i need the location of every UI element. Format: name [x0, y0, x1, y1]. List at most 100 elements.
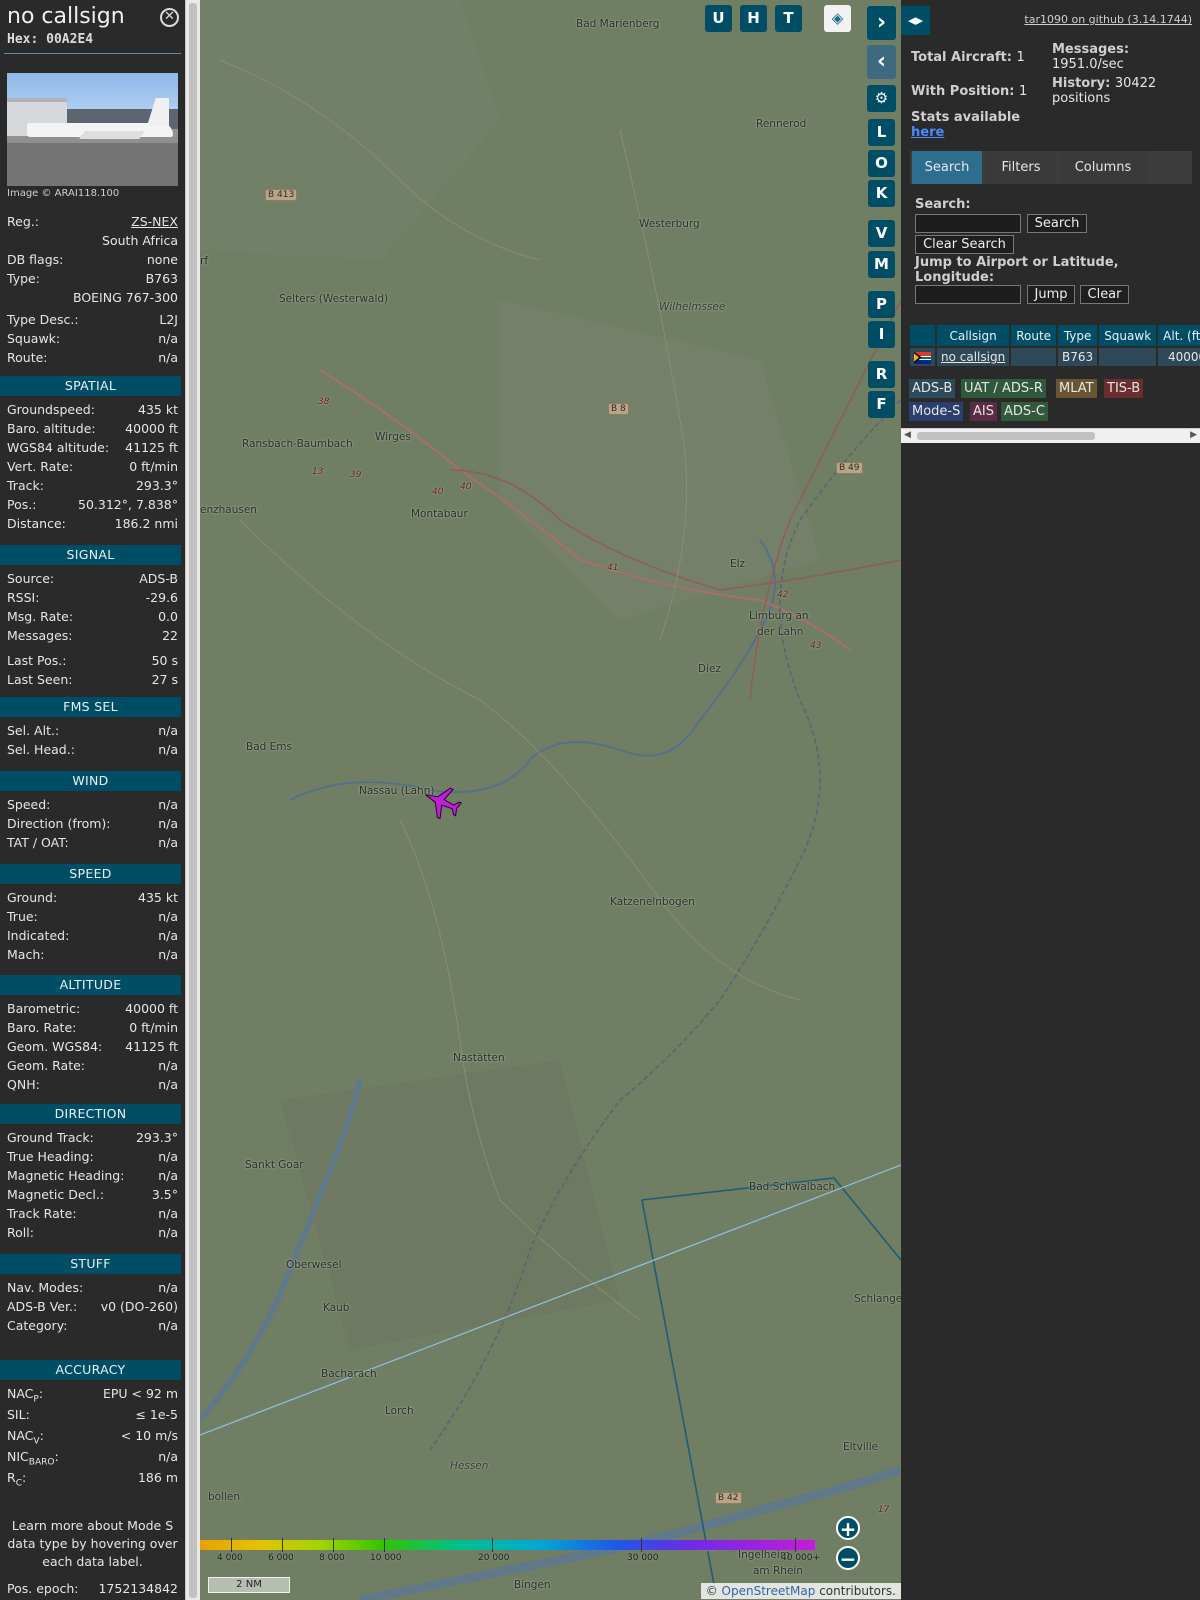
- table-header-row: Callsign Route Type Squawk Alt. (ft) S: [910, 325, 1200, 346]
- table-horizontal-scrollbar[interactable]: ◀ ▶: [901, 428, 1200, 443]
- scroll-left-icon[interactable]: ◀: [904, 430, 911, 440]
- row-nav-modes: Nav. Modes: n/a: [7, 1280, 178, 1298]
- table-header-altitude[interactable]: Alt. (ft): [1158, 325, 1200, 346]
- aircraft-photo[interactable]: [7, 73, 178, 186]
- row-ground-label: Ground:: [7, 890, 58, 905]
- row-db-flags-value: none: [146, 252, 178, 267]
- map-button-f[interactable]: F: [868, 391, 895, 418]
- source-filter-uat-ads-r[interactable]: UAT / ADS-R: [961, 379, 1046, 398]
- jump-input[interactable]: [915, 285, 1021, 304]
- row-indicated-value: n/a: [158, 928, 178, 943]
- version-link[interactable]: tar1090 on github (3.14.1744): [1024, 13, 1192, 26]
- clear-jump-button[interactable]: Clear: [1080, 285, 1129, 304]
- source-filter-ads-b[interactable]: ADS-B: [909, 379, 956, 398]
- row-barometric-label: Barometric:: [7, 1001, 81, 1016]
- layers-icon[interactable]: ◈: [824, 5, 851, 32]
- map-button-h[interactable]: H: [740, 5, 767, 32]
- row-last-pos: Last Pos.: 50 s: [7, 653, 178, 671]
- table-header-flag[interactable]: [910, 325, 935, 346]
- row-pos-value: 50.312°, 7.838°: [78, 497, 178, 512]
- table-header-route[interactable]: Route: [1011, 325, 1057, 346]
- settings-gear-icon[interactable]: ⚙: [867, 85, 896, 112]
- row-speed: Speed: n/a: [7, 797, 178, 815]
- sidebar-toggle-button[interactable]: ◂▸: [901, 6, 930, 35]
- clear-search-button[interactable]: Clear Search: [915, 235, 1014, 254]
- row-direction-from-value: n/a: [158, 816, 178, 831]
- row-track-rate-label: Track Rate:: [7, 1206, 77, 1221]
- row-rssi-label: RSSI:: [7, 590, 40, 605]
- map-button-m[interactable]: M: [868, 251, 895, 278]
- table-header-type[interactable]: Type: [1058, 325, 1098, 346]
- road-badge: B 49: [836, 462, 863, 474]
- jump-button[interactable]: Jump: [1027, 285, 1075, 304]
- tab-columns[interactable]: Columns: [1060, 151, 1146, 184]
- place-label: Kaub: [323, 1302, 350, 1314]
- map-view[interactable]: Bad Marienberg Rennerod Westerburg Selters …: [200, 0, 901, 1600]
- row-roll: Roll: n/a: [7, 1225, 178, 1243]
- row-ground-value: 435 kt: [138, 890, 178, 905]
- tab-filters[interactable]: Filters: [986, 151, 1056, 184]
- row-callsign[interactable]: no callsign: [937, 348, 1010, 366]
- row-reg-value[interactable]: ZS-NEX: [131, 214, 178, 229]
- legend-label: 10 000: [370, 1553, 402, 1563]
- close-icon[interactable]: ✕: [160, 8, 179, 27]
- scrollbar-thumb[interactable]: [917, 432, 1095, 440]
- chevron-left-icon[interactable]: ‹: [867, 45, 896, 79]
- map-button-i[interactable]: I: [868, 321, 895, 348]
- row-sil-value: ≤ 1e-5: [135, 1407, 178, 1422]
- table-header-squawk[interactable]: Squawk: [1099, 325, 1157, 346]
- table-header-callsign[interactable]: Callsign: [937, 325, 1010, 346]
- row-rc-value: 186 m: [137, 1470, 178, 1485]
- row-ground-track: Ground Track: 293.3°: [7, 1130, 178, 1148]
- map-button-r[interactable]: R: [868, 361, 895, 388]
- row-track: Track: 293.3°: [7, 478, 178, 496]
- map-button-v[interactable]: V: [868, 220, 895, 247]
- row-ads-b-ver: ADS-B Ver.: v0 (DO-260): [7, 1299, 178, 1317]
- search-button[interactable]: Search: [1027, 214, 1087, 233]
- openstreetmap-link[interactable]: OpenStreetMap: [722, 1584, 816, 1598]
- scrollbar-thumb[interactable]: [189, 3, 197, 1598]
- row-tat-oat-value: n/a: [158, 835, 178, 850]
- legend-label: 20 000: [478, 1553, 510, 1563]
- tab-search[interactable]: Search: [912, 151, 982, 184]
- row-magnetic-heading-label: Magnetic Heading:: [7, 1168, 125, 1183]
- search-input[interactable]: [915, 214, 1021, 233]
- place-label: Bad Ems: [246, 741, 292, 753]
- row-nicbaro-value: n/a: [158, 1449, 178, 1464]
- source-filter-mode-s[interactable]: Mode-S: [909, 402, 964, 421]
- legend-label: 4 000: [217, 1553, 243, 1563]
- divider: [4, 53, 181, 54]
- row-nacp: NACP: EPU < 92 m: [7, 1386, 178, 1405]
- row-magnetic-heading: Magnetic Heading: n/a: [7, 1168, 178, 1186]
- map-button-p[interactable]: P: [868, 291, 895, 318]
- row-db-flags: DB flags: none: [7, 252, 178, 270]
- scroll-right-icon[interactable]: ▶: [1190, 430, 1197, 440]
- zoom-in-button[interactable]: +: [836, 1516, 860, 1540]
- map-button-l[interactable]: L: [868, 119, 895, 146]
- row-last-pos-value: 50 s: [151, 653, 178, 668]
- map-button-u[interactable]: U: [705, 5, 732, 32]
- map-button-t[interactable]: T: [775, 5, 802, 32]
- stats-link[interactable]: here: [911, 125, 944, 140]
- place-label: Limburg an: [749, 610, 809, 622]
- source-filter-ads-c[interactable]: ADS-C: [1001, 402, 1048, 421]
- source-filter-mlat[interactable]: MLAT: [1056, 379, 1097, 398]
- info-panel-scrollbar[interactable]: [185, 0, 200, 1600]
- source-filter-ais[interactable]: AIS: [970, 402, 997, 421]
- legend-tick: [282, 1538, 283, 1552]
- row-roll-value: n/a: [158, 1225, 178, 1240]
- map-attribution: © OpenStreetMap contributors.: [700, 1583, 901, 1599]
- row-pos-label: Pos.:: [7, 497, 37, 512]
- legend-tick: [384, 1538, 385, 1552]
- place-label: Diez: [698, 663, 721, 675]
- map-button-o[interactable]: O: [868, 150, 895, 177]
- row-squawk: [1099, 348, 1157, 366]
- map-button-k[interactable]: K: [868, 180, 895, 207]
- zoom-out-button[interactable]: −: [836, 1546, 860, 1570]
- row-nacp-value: EPU < 92 m: [102, 1386, 178, 1401]
- chevron-right-icon[interactable]: ›: [867, 6, 896, 40]
- legend-label: 8 000: [319, 1553, 345, 1563]
- table-row[interactable]: no callsign B763 40000: [910, 348, 1200, 366]
- row-source: Source: ADS-B: [7, 571, 178, 589]
- source-filter-tis-b[interactable]: TIS-B: [1104, 379, 1144, 398]
